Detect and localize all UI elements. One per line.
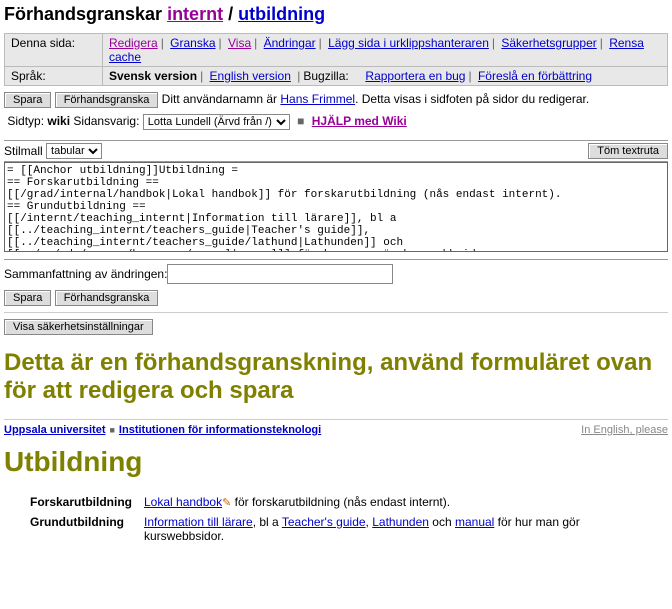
page-meta-table: Denna sida: Redigera| Granska| Visa| Änd…	[4, 33, 668, 86]
action-edit[interactable]: Redigera	[109, 36, 158, 50]
english-link[interactable]: In English, please	[581, 424, 668, 436]
site-breadcrumb: Uppsala universitet ■ Institutionen för …	[4, 424, 668, 436]
link-manual[interactable]: manual	[455, 515, 494, 529]
page-breadcrumb: Förhandsgranskar internt / utbildning	[4, 4, 668, 25]
stylesheet-select[interactable]: tabular	[46, 143, 102, 159]
breadcrumb-link-utbildning[interactable]: utbildning	[238, 4, 325, 24]
pagetype-value: wiki	[47, 114, 70, 128]
desc-grundutbildning: Information till lärare, bl a Teacher's …	[138, 512, 668, 546]
lang-sv: Svensk version	[109, 69, 197, 83]
preview-button[interactable]: Förhandsgranska	[55, 92, 159, 108]
bug-suggest-link[interactable]: Föreslå en förbättring	[478, 69, 592, 83]
breadcrumb-link-internt[interactable]: internt	[167, 4, 223, 24]
save-row-2: Spara Förhandsgranska	[4, 290, 668, 306]
wiki-source-textarea[interactable]	[4, 162, 668, 252]
lang-en[interactable]: English version	[210, 69, 291, 83]
table-row: Grundutbildning Information till lärare,…	[24, 512, 668, 546]
content-title: Utbildning	[4, 446, 668, 478]
table-row: Forskarutbildning Lokal handbok✎ för for…	[24, 492, 668, 512]
summary-input[interactable]	[167, 264, 393, 284]
summary-row: Sammanfattning av ändringen:	[4, 259, 668, 284]
clear-textarea-button[interactable]: Töm textruta	[588, 143, 668, 159]
save-button[interactable]: Spara	[4, 92, 51, 108]
term-grundutbildning: Grundutbildning	[24, 512, 138, 546]
square-icon: ■	[297, 114, 304, 128]
security-row: Visa säkerhetsinställningar	[4, 319, 668, 335]
action-security[interactable]: Säkerhetsgrupper	[501, 36, 596, 50]
action-clipboard[interactable]: Lägg sida i urklippshanteraren	[328, 36, 489, 50]
responsible-select[interactable]: Lotta Lundell (Ärvd från /)	[143, 114, 290, 130]
meta-lang-row: Svensk version| English version |Bugzill…	[103, 67, 668, 86]
action-review[interactable]: Granska	[170, 36, 215, 50]
username-row: Spara Förhandsgranska Ditt användarnamn …	[4, 92, 668, 108]
preview-button-2[interactable]: Förhandsgranska	[55, 290, 159, 306]
wiki-help-link[interactable]: HJÄLP med Wiki	[312, 114, 407, 128]
action-changes[interactable]: Ändringar	[264, 36, 316, 50]
content-definition-list: Forskarutbildning Lokal handbok✎ för for…	[24, 492, 668, 546]
username-suffix: . Detta visas i sidfoten på sidor du red…	[355, 92, 589, 106]
link-teachers-guide[interactable]: Teacher's guide	[282, 515, 366, 529]
pagetype-label: Sidtyp:	[7, 114, 44, 128]
bugzilla-label: Bugzilla:	[303, 69, 348, 83]
username-prefix: Ditt användarnamn är	[162, 92, 281, 106]
pencil-icon: ✎	[222, 497, 231, 509]
square-icon: ■	[109, 425, 114, 435]
meta-label-page: Denna sida:	[5, 34, 103, 67]
term-forskarutbildning: Forskarutbildning	[24, 492, 138, 512]
desc-forskarutbildning: Lokal handbok✎ för forskarutbildning (nå…	[138, 492, 668, 512]
pagetype-row: Sidtyp: wiki Sidansvarig: Lotta Lundell …	[4, 114, 668, 130]
breadcrumb-prefix: Förhandsgranskar	[4, 4, 162, 24]
action-show[interactable]: Visa	[228, 36, 251, 50]
save-button-2[interactable]: Spara	[4, 290, 51, 306]
breadcrumb-sep: /	[228, 4, 233, 24]
bug-report-link[interactable]: Rapportera en bug	[365, 69, 465, 83]
desc-tail-1: för forskarutbildning (nås endast intern…	[231, 495, 450, 509]
show-security-button[interactable]: Visa säkerhetsinställningar	[4, 319, 153, 335]
crumb-department[interactable]: Institutionen för informationsteknologi	[119, 424, 321, 436]
responsible-label: Sidansvarig:	[73, 114, 139, 128]
link-lathunden[interactable]: Lathunden	[372, 515, 429, 529]
summary-label: Sammanfattning av ändringen:	[4, 267, 167, 281]
stylesheet-row: Stilmall tabular Töm textruta	[4, 140, 668, 162]
meta-label-lang: Språk:	[5, 67, 103, 86]
meta-page-actions: Redigera| Granska| Visa| Ändringar| Lägg…	[103, 34, 668, 67]
link-lokal-handbok[interactable]: Lokal handbok	[144, 495, 222, 509]
crumb-university[interactable]: Uppsala universitet	[4, 424, 105, 436]
stylesheet-label: Stilmall	[4, 144, 43, 158]
preview-warning-heading: Detta är en förhandsgranskning, använd f…	[4, 349, 668, 405]
link-info-larare[interactable]: Information till lärare	[144, 515, 253, 529]
username-link[interactable]: Hans Frimmel	[280, 92, 355, 106]
